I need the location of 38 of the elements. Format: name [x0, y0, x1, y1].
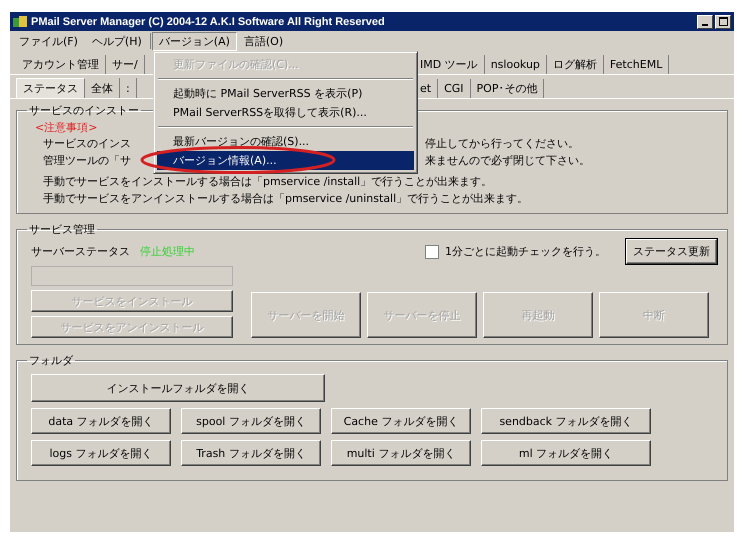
app-icon	[13, 16, 27, 28]
notice-text: 停止してから行ってください。	[425, 136, 580, 152]
open-folder-button[interactable]: logs フォルダを開く	[31, 440, 171, 466]
menu-item[interactable]: ヘルプ(H)	[84, 32, 149, 50]
menu-item[interactable]: 起動時に PMail ServerRSS を表示(P)	[157, 84, 414, 103]
notice-text: 手動でサービスをアンインストールする場合は「pmservice /uninstall」で行うことが出来ます。	[42, 191, 530, 207]
notice-text: 手動でサービスをインストールする場合は「pmservice /install」で行うことが出来ます。	[42, 174, 494, 190]
refresh-status-button[interactable]: ステータス更新	[626, 239, 717, 264]
menu-item[interactable]: 言語(O)	[236, 32, 290, 50]
open-folder-button[interactable]: sendback フォルダを開く	[481, 408, 651, 434]
maximize-button[interactable]	[715, 14, 731, 28]
minimize-button[interactable]	[697, 14, 713, 28]
notice-heading: <注意事項>	[34, 120, 98, 135]
open-folder-button[interactable]: Cache フォルダを開く	[331, 408, 471, 434]
open-folder-button[interactable]: multi フォルダを開く	[331, 440, 471, 466]
notice-text: 来ませんので必ず閉じて下さい。	[425, 153, 591, 169]
menu-item[interactable]: PMail ServerRSSを取得して表示(R)...	[157, 103, 414, 122]
open-folder-button[interactable]: data フォルダを開く	[31, 408, 171, 434]
open-folder-button[interactable]: インストールフォルダを開く	[31, 374, 325, 402]
notice-text: 管理ツールの「サ	[43, 153, 132, 169]
tab[interactable]: ステータス	[16, 78, 85, 98]
minimize-icon	[702, 24, 708, 26]
status-label: サーバーステータス	[31, 244, 130, 259]
menu-item[interactable]: バージョン情報(A)...	[157, 151, 414, 170]
group-title: サービス管理	[28, 222, 96, 237]
open-folder-button[interactable]: ml フォルダを開く	[481, 440, 651, 466]
auto-check-checkbox[interactable]: 1分ごとに起動チェックを行う。	[425, 244, 606, 259]
group-title: フォルダ	[28, 353, 74, 368]
notice-text: サービスのインス	[43, 136, 132, 152]
open-folder-button[interactable]: Trash フォルダを開く	[181, 440, 321, 466]
open-folder-button[interactable]: spool フォルダを開く	[181, 408, 321, 434]
group-title: サービスのインストー	[28, 103, 140, 118]
menu-item[interactable]: バージョン(A)	[152, 32, 237, 50]
menu-item[interactable]: 最新バージョンの確認(S)...	[157, 132, 414, 151]
maximize-icon	[718, 17, 728, 26]
status-value: 停止処理中	[140, 244, 195, 259]
menu-item[interactable]: ファイル(F)	[12, 32, 85, 50]
window-title: PMail Server Manager (C) 2004-12 A.K.I Software All Right Reserved	[31, 16, 385, 28]
